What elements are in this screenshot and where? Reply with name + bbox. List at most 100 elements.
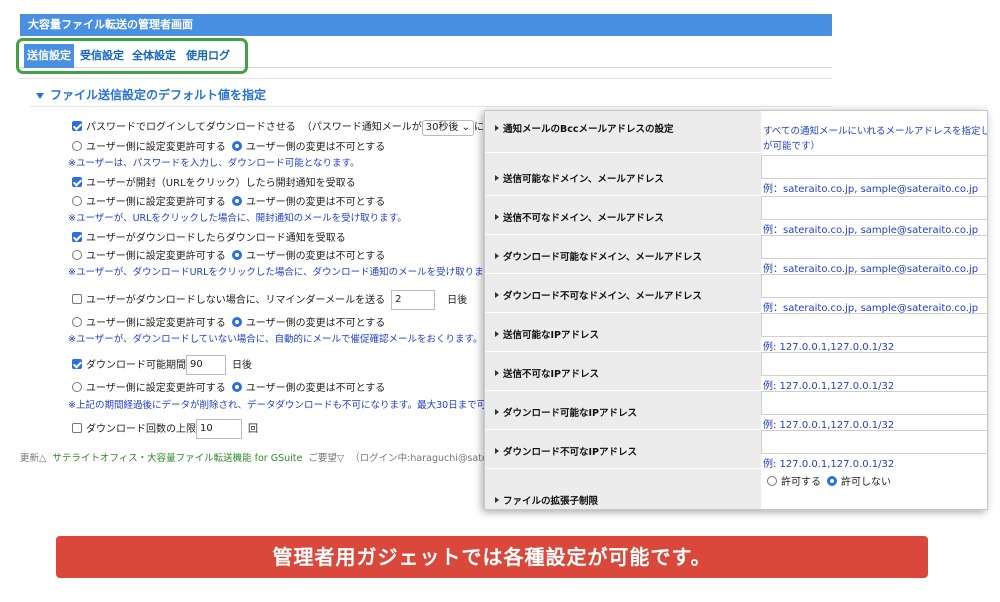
row-label: 送信不可なドメイン、メールアドレス [485, 196, 761, 234]
row-label: 通知メールのBccメールアドレスの設定 [485, 111, 761, 152]
allow-change-radio[interactable] [72, 317, 82, 327]
limit-unit: 回 [248, 424, 258, 435]
section-title[interactable]: ファイル送信設定のデフォルト値を指定 [36, 86, 266, 103]
row-marker-icon [495, 370, 499, 376]
row-value: 例: 127.0.0.1,127.0.0.1/32 [761, 430, 987, 470]
period-days-input[interactable]: 90 [186, 355, 226, 375]
example-text: 例: 127.0.0.1,127.0.0.1/32 [763, 459, 895, 470]
reminder-days-input[interactable]: 2 [391, 290, 436, 310]
setting-password-login: パスワードでログインしてダウンロードさせる（パスワード通知メールが30秒後 ⌄に… [72, 120, 524, 136]
allow-change-label: ユーザー側に設定変更許可する [86, 251, 226, 262]
extension-deny-label: 許可しない [841, 477, 891, 488]
row-bcc-address: 通知メールのBccメールアドレスの設定 すべての通知メールにいれるメールアドレス… [485, 111, 987, 153]
row-marker-icon [495, 214, 499, 220]
send-denied-ip-input[interactable] [761, 352, 987, 376]
deny-change-label: ユーザー側の変更は不可とする [245, 251, 386, 262]
note-download: ※ユーザーが、ダウンロードURLをクリックした場合に、ダウンロード通知のメールを… [68, 267, 502, 278]
row-label-text: ダウンロード不可なドメイン、メールアドレス [503, 291, 702, 302]
request-link[interactable]: ご要望▽ [308, 453, 344, 464]
period-checkbox[interactable] [72, 359, 82, 369]
divider [30, 106, 832, 107]
row-value: 例: 127.0.0.1,127.0.0.1/32 [761, 352, 987, 392]
note-password: ※ユーザーは、パスワードを入力し、ダウンロード可能となります。 [68, 158, 360, 169]
row-download-allowed-domain: ダウンロード可能なドメイン、メールアドレス 例：sateraito.co.jp,… [485, 235, 987, 275]
caption-banner: 管理者用ガジェットでは各種設定が可能です。 [56, 536, 928, 578]
example-text: 例: 127.0.0.1,127.0.0.1/32 [763, 420, 895, 431]
row-label-text: ダウンロード不可なIPアドレス [503, 447, 637, 458]
row-value: 例: 127.0.0.1,127.0.0.1/32 [761, 313, 987, 353]
row-label: 送信不可なIPアドレス [485, 352, 761, 390]
setting-download-notify: ユーザーがダウンロードしたらダウンロード通知を受取る [72, 231, 346, 247]
row-label: ダウンロード可能なドメイン、メールアドレス [485, 235, 761, 273]
password-delay-select[interactable]: 30秒後 ⌄ [421, 120, 475, 136]
row-send-denied-ip: 送信不可なIPアドレス 例: 127.0.0.1,127.0.0.1/32 [485, 352, 987, 392]
extension-radio-group: 許可する 許可しない [767, 473, 891, 488]
row-download-denied-ip: ダウンロード不可なIPアドレス 例: 127.0.0.1,127.0.0.1/3… [485, 430, 987, 470]
deny-change-radio[interactable] [231, 317, 242, 327]
password-delay-value: 30秒後 [425, 122, 459, 133]
reminder-checkbox[interactable] [72, 294, 82, 304]
deny-change-radio[interactable] [231, 196, 242, 206]
open-notify-label: ユーザーが開封（URLをクリック）したら開封通知を受取る [86, 178, 356, 189]
row-value: 例：sateraito.co.jp, sample@sateraito.co.j… [761, 274, 987, 314]
allow-change-label: ユーザー側に設定変更許可する [86, 383, 226, 394]
allow-change-radio[interactable] [72, 141, 82, 151]
login-status: （ログイン中:haraguchi@sate [350, 453, 488, 464]
download-denied-ip-input[interactable] [761, 430, 987, 454]
row-label-text: 送信可能なIPアドレス [503, 330, 599, 341]
footer: 更新△ サテライトオフィス・大容量ファイル転送機能 for GSuite ご要望▽ （… [20, 450, 488, 464]
limit-count-input[interactable]: 10 [196, 419, 242, 439]
allow-change-radio[interactable] [72, 382, 82, 392]
row-marker-icon [495, 253, 499, 259]
change-permission-row: ユーザー側に設定変更許可する ユーザー側の変更は不可とする [72, 195, 385, 211]
row-send-allowed-domain: 送信可能なドメイン、メールアドレス 例：sateraito.co.jp, sam… [485, 153, 987, 196]
row-label: ダウンロード不可なIPアドレス [485, 430, 761, 468]
setting-download-period: ダウンロード可能期間 90 日後 [72, 355, 252, 377]
row-value: 例：sateraito.co.jp, sample@sateraito.co.j… [761, 235, 987, 275]
download-notify-checkbox[interactable] [72, 232, 82, 242]
password-login-checkbox[interactable] [72, 121, 82, 131]
change-permission-row: ユーザー側に設定変更許可する ユーザー側の変更は不可とする [72, 249, 385, 265]
row-marker-icon [495, 125, 499, 131]
limit-checkbox[interactable] [72, 423, 82, 433]
download-denied-domain-input[interactable] [761, 274, 987, 298]
row-label-text: ダウンロード可能なIPアドレス [503, 408, 637, 419]
example-text: 例：sateraito.co.jp, sample@sateraito.co.j… [763, 264, 979, 275]
deny-change-radio[interactable] [231, 250, 242, 260]
open-notify-checkbox[interactable] [72, 177, 82, 187]
send-allowed-ip-input[interactable] [761, 313, 987, 337]
allow-change-radio[interactable] [72, 196, 82, 206]
example-text: 例: 127.0.0.1,127.0.0.1/32 [763, 381, 895, 392]
period-unit: 日後 [232, 360, 252, 371]
extension-allow-radio[interactable] [767, 476, 777, 486]
reminder-label: ユーザーがダウンロードしない場合に、リマインダーメールを送る [86, 295, 386, 306]
password-login-label: パスワードでログインしてダウンロードさせる [86, 122, 296, 133]
update-link[interactable]: 更新△ [20, 453, 46, 464]
extension-allow-label: 許可する [781, 477, 821, 488]
row-label-text: ファイルの拡張子制限 [503, 496, 599, 507]
row-download-allowed-ip: ダウンロード可能なIPアドレス 例: 127.0.0.1,127.0.0.1/3… [485, 391, 987, 431]
allow-change-radio[interactable] [72, 250, 82, 260]
note-period: ※上記の期間経過後にデータが削除され、データダウンロードも不可になります。最大3… [68, 400, 496, 411]
row-value: 例：sateraito.co.jp, sample@sateraito.co.j… [761, 153, 987, 195]
change-permission-row: ユーザー側に設定変更許可する ユーザー側の変更は不可とする [72, 140, 385, 156]
download-allowed-domain-input[interactable] [761, 235, 987, 259]
row-label: ダウンロード不可なドメイン、メールアドレス [485, 274, 761, 312]
settings-overlay-panel: 通知メールのBccメールアドレスの設定 すべての通知メールにいれるメールアドレス… [484, 110, 988, 510]
row-send-denied-domain: 送信不可なドメイン、メールアドレス 例：sateraito.co.jp, sam… [485, 196, 987, 236]
row-label: ファイルの拡張子制限 [485, 469, 761, 509]
app-link[interactable]: サテライトオフィス・大容量ファイル転送機能 for GSuite [52, 453, 302, 464]
row-label: 送信可能なドメイン、メールアドレス [485, 153, 761, 195]
deny-change-radio[interactable] [231, 382, 242, 392]
deny-change-label: ユーザー側の変更は不可とする [245, 383, 386, 394]
section-title-text: ファイル送信設定のデフォルト値を指定 [50, 88, 267, 102]
send-allowed-domain-input[interactable] [761, 155, 987, 179]
extension-deny-radio[interactable] [827, 476, 837, 486]
setting-reminder: ユーザーがダウンロードしない場合に、リマインダーメールを送る 2 日後 [72, 290, 467, 312]
download-allowed-ip-input[interactable] [761, 391, 987, 415]
send-denied-domain-input[interactable] [761, 196, 987, 220]
row-label: 送信可能なIPアドレス [485, 313, 761, 351]
deny-change-label: ユーザー側の変更は不可とする [245, 197, 386, 208]
deny-change-radio[interactable] [231, 141, 242, 151]
download-notify-label: ユーザーがダウンロードしたらダウンロード通知を受取る [86, 233, 346, 244]
